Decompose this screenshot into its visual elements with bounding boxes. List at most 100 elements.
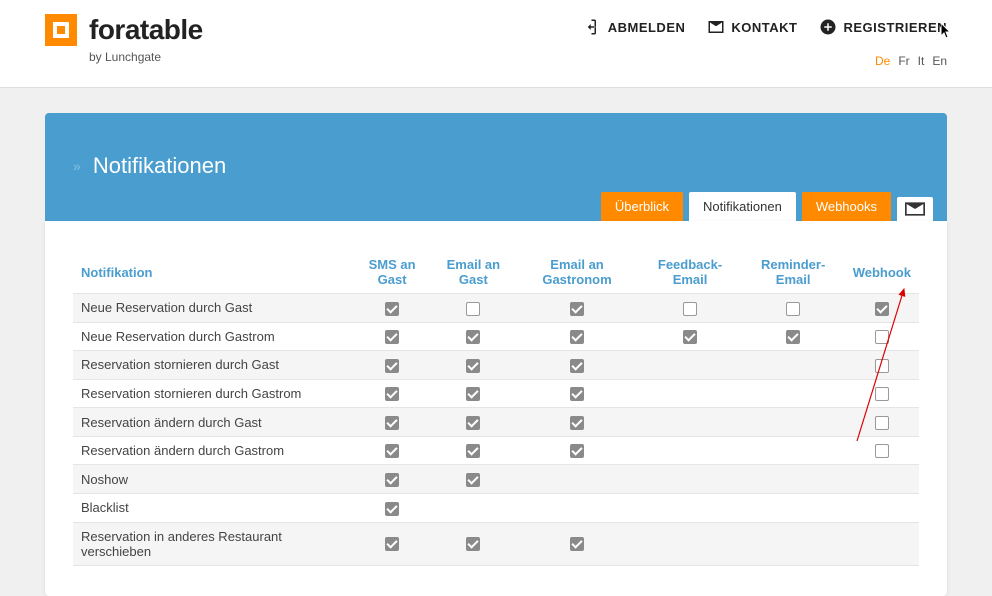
checkbox-webhook[interactable] xyxy=(875,302,889,316)
cell-email_gastronom xyxy=(516,493,639,522)
cell-email_gast xyxy=(431,493,515,522)
cell-reminder_email xyxy=(742,351,845,380)
plus-circle-icon xyxy=(819,18,837,36)
page-header: » Notifikationen Überblick Notifikatione… xyxy=(45,113,947,221)
checkbox-email_gastronom[interactable] xyxy=(570,387,584,401)
cell-sms_gast xyxy=(353,379,431,408)
checkbox-sms_gast[interactable] xyxy=(385,387,399,401)
page-title: Notifikationen xyxy=(93,153,226,178)
row-label: Blacklist xyxy=(73,493,353,522)
cell-email_gast xyxy=(431,379,515,408)
tab-mail[interactable] xyxy=(897,197,933,221)
checkbox-sms_gast[interactable] xyxy=(385,473,399,487)
col-webhook: Webhook xyxy=(845,251,919,294)
checkbox-email_gast[interactable] xyxy=(466,416,480,430)
logout-link[interactable]: ABMELDEN xyxy=(584,18,686,36)
cell-feedback_email xyxy=(638,436,741,465)
checkbox-sms_gast[interactable] xyxy=(385,444,399,458)
lang-de[interactable]: De xyxy=(875,54,890,68)
contact-label: KONTAKT xyxy=(731,20,797,35)
logout-icon xyxy=(584,18,602,36)
cell-email_gastronom xyxy=(516,465,639,494)
row-label: Noshow xyxy=(73,465,353,494)
cell-reminder_email xyxy=(742,408,845,437)
table-row: Neue Reservation durch Gastrom xyxy=(73,322,919,351)
checkbox-reminder_email[interactable] xyxy=(786,330,800,344)
language-bar: De Fr It En xyxy=(875,54,947,68)
tab-overview[interactable]: Überblick xyxy=(601,192,683,221)
checkbox-sms_gast[interactable] xyxy=(385,416,399,430)
cell-sms_gast xyxy=(353,322,431,351)
row-label: Neue Reservation durch Gast xyxy=(73,294,353,323)
cell-webhook xyxy=(845,322,919,351)
lang-it[interactable]: It xyxy=(918,54,925,68)
lang-fr[interactable]: Fr xyxy=(898,54,909,68)
cell-sms_gast xyxy=(353,465,431,494)
row-label: Reservation in anderes Restaurant versch… xyxy=(73,522,353,565)
cell-sms_gast xyxy=(353,493,431,522)
cell-webhook xyxy=(845,436,919,465)
checkbox-webhook[interactable] xyxy=(875,387,889,401)
row-label: Reservation ändern durch Gast xyxy=(73,408,353,437)
cell-feedback_email xyxy=(638,522,741,565)
register-link[interactable]: REGISTRIEREN xyxy=(819,18,947,36)
checkbox-email_gastronom[interactable] xyxy=(570,330,584,344)
checkbox-feedback_email[interactable] xyxy=(683,330,697,344)
brand-subtitle: by Lunchgate xyxy=(89,50,203,64)
cell-email_gastronom xyxy=(516,351,639,380)
cell-email_gastronom xyxy=(516,379,639,408)
logout-label: ABMELDEN xyxy=(608,20,686,35)
row-label: Reservation stornieren durch Gast xyxy=(73,351,353,380)
checkbox-reminder_email[interactable] xyxy=(786,302,800,316)
checkbox-email_gast[interactable] xyxy=(466,387,480,401)
checkbox-email_gast[interactable] xyxy=(466,302,480,316)
checkbox-email_gastronom[interactable] xyxy=(570,444,584,458)
lang-en[interactable]: En xyxy=(932,54,947,68)
cell-reminder_email xyxy=(742,465,845,494)
cell-webhook xyxy=(845,522,919,565)
checkbox-sms_gast[interactable] xyxy=(385,502,399,516)
tab-webhooks[interactable]: Webhooks xyxy=(802,192,891,221)
content-panel: Notifikation SMS an Gast Email an Gast E… xyxy=(45,221,947,596)
checkbox-feedback_email[interactable] xyxy=(683,302,697,316)
checkbox-email_gastronom[interactable] xyxy=(570,537,584,551)
checkbox-email_gast[interactable] xyxy=(466,359,480,373)
checkbox-email_gast[interactable] xyxy=(466,330,480,344)
row-label: Neue Reservation durch Gastrom xyxy=(73,322,353,351)
cell-reminder_email xyxy=(742,493,845,522)
col-email-gast: Email an Gast xyxy=(431,251,515,294)
checkbox-webhook[interactable] xyxy=(875,359,889,373)
tab-row: Überblick Notifikationen Webhooks xyxy=(601,192,947,221)
checkbox-webhook[interactable] xyxy=(875,444,889,458)
col-email-gastronom: Email an Gastronom xyxy=(516,251,639,294)
col-reminder-email: Reminder-Email xyxy=(742,251,845,294)
cell-email_gast xyxy=(431,351,515,380)
checkbox-email_gast[interactable] xyxy=(466,537,480,551)
cell-reminder_email xyxy=(742,436,845,465)
cell-reminder_email xyxy=(742,294,845,323)
checkbox-sms_gast[interactable] xyxy=(385,537,399,551)
col-notifikation: Notifikation xyxy=(73,251,353,294)
tab-notifications[interactable]: Notifikationen xyxy=(689,192,796,221)
cell-sms_gast xyxy=(353,436,431,465)
checkbox-sms_gast[interactable] xyxy=(385,330,399,344)
table-header-row: Notifikation SMS an Gast Email an Gast E… xyxy=(73,251,919,294)
contact-link[interactable]: KONTAKT xyxy=(707,18,797,36)
logo-area: foratable by Lunchgate xyxy=(45,14,203,64)
cell-email_gastronom xyxy=(516,408,639,437)
checkbox-email_gast[interactable] xyxy=(466,444,480,458)
checkbox-email_gastronom[interactable] xyxy=(570,302,584,316)
checkbox-webhook[interactable] xyxy=(875,330,889,344)
table-row: Neue Reservation durch Gast xyxy=(73,294,919,323)
top-bar: foratable by Lunchgate ABMELDEN KONTAKT … xyxy=(0,0,992,88)
checkbox-email_gast[interactable] xyxy=(466,473,480,487)
brand-name: foratable xyxy=(89,14,203,46)
checkbox-webhook[interactable] xyxy=(875,416,889,430)
checkbox-email_gastronom[interactable] xyxy=(570,359,584,373)
envelope-icon xyxy=(905,202,925,216)
checkbox-email_gastronom[interactable] xyxy=(570,416,584,430)
checkbox-sms_gast[interactable] xyxy=(385,359,399,373)
checkbox-sms_gast[interactable] xyxy=(385,302,399,316)
cell-feedback_email xyxy=(638,408,741,437)
register-label: REGISTRIEREN xyxy=(843,20,947,35)
